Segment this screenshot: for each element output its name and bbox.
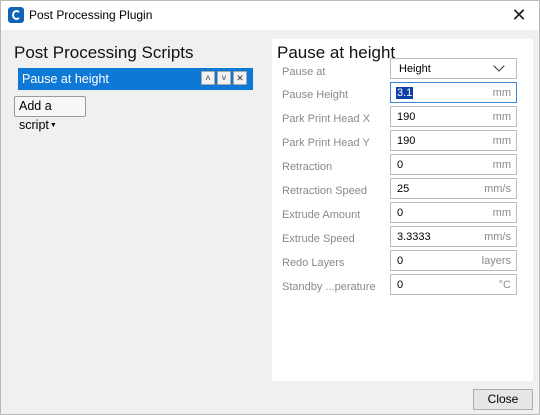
extrude-amount-unit: mm (492, 207, 511, 219)
setting-label-park-x: Park Print Head X (282, 113, 371, 125)
dropdown-caret-icon: ▼ (49, 122, 57, 129)
chevron-down-icon (493, 60, 505, 72)
setting-label-extrude-amount: Extrude Amount (282, 209, 361, 221)
dialog-window: Post Processing Plugin ✕ Post Processing… (0, 0, 540, 415)
extrude-speed-value: 3.3333 (397, 231, 431, 243)
setting-label-park-y: Park Print Head Y (282, 137, 370, 149)
retraction-value: 0 (397, 159, 404, 171)
retraction-input[interactable]: 0 mm (390, 154, 517, 175)
retraction-speed-unit: mm/s (484, 183, 511, 195)
script-item-label: Pause at height (22, 72, 109, 86)
window-title: Post Processing Plugin (29, 8, 153, 22)
extrude-amount-value: 0 (397, 207, 404, 219)
title-bar: Post Processing Plugin ✕ (1, 1, 539, 30)
standby-temperature-unit: °C (498, 279, 511, 291)
setting-label-standby-temperature: Standby ...perature (282, 281, 376, 293)
script-settings-panel: Pause at height Pause at Height Pause He… (272, 39, 533, 381)
setting-label-retraction: Retraction (282, 161, 333, 173)
redo-layers-unit: layers (481, 255, 511, 267)
park-y-value: 190 (397, 135, 416, 147)
settings-heading: Pause at height (277, 43, 396, 62)
retraction-speed-input[interactable]: 25 mm/s (390, 178, 517, 199)
extrude-speed-unit: mm/s (484, 231, 511, 243)
setting-label-extrude-speed: Extrude Speed (282, 233, 355, 245)
pause-height-value: 3.1 (396, 87, 414, 99)
park-y-unit: mm (492, 135, 511, 147)
close-icon[interactable]: ✕ (509, 5, 529, 25)
setting-label-retraction-speed: Retraction Speed (282, 185, 367, 197)
park-y-input[interactable]: 190 mm (390, 130, 517, 151)
scripts-heading: Post Processing Scripts (14, 43, 194, 62)
standby-temperature-input[interactable]: 0 °C (390, 274, 517, 295)
standby-temperature-value: 0 (397, 279, 404, 291)
add-script-button[interactable]: Add a script▼ (14, 96, 86, 132)
script-list-item[interactable]: Pause at height ˄ ˅ ✕ (18, 68, 253, 90)
cura-icon (8, 7, 24, 23)
retraction-speed-value: 25 (397, 183, 410, 195)
extrude-amount-input[interactable]: 0 mm (390, 202, 517, 223)
setting-label-pause-height: Pause Height (282, 89, 349, 101)
setting-label-redo-layers: Redo Layers (282, 257, 345, 269)
redo-layers-value: 0 (397, 255, 404, 267)
remove-script-icon[interactable]: ✕ (233, 71, 247, 85)
park-x-unit: mm (492, 111, 511, 123)
add-script-label: Add a script (19, 99, 52, 132)
park-x-value: 190 (397, 111, 416, 123)
pause-at-value: Height (399, 63, 431, 75)
pause-height-unit: mm (492, 87, 511, 99)
pause-at-select[interactable]: Height (390, 58, 517, 79)
move-down-icon[interactable]: ˅ (217, 71, 231, 85)
retraction-unit: mm (492, 159, 511, 171)
setting-label-pause-at: Pause at (282, 66, 326, 78)
pause-height-input[interactable]: 3.1 mm (390, 82, 517, 103)
extrude-speed-input[interactable]: 3.3333 mm/s (390, 226, 517, 247)
redo-layers-input[interactable]: 0 layers (390, 250, 517, 271)
park-x-input[interactable]: 190 mm (390, 106, 517, 127)
close-button[interactable]: Close (473, 389, 533, 410)
move-up-icon[interactable]: ˄ (201, 71, 215, 85)
